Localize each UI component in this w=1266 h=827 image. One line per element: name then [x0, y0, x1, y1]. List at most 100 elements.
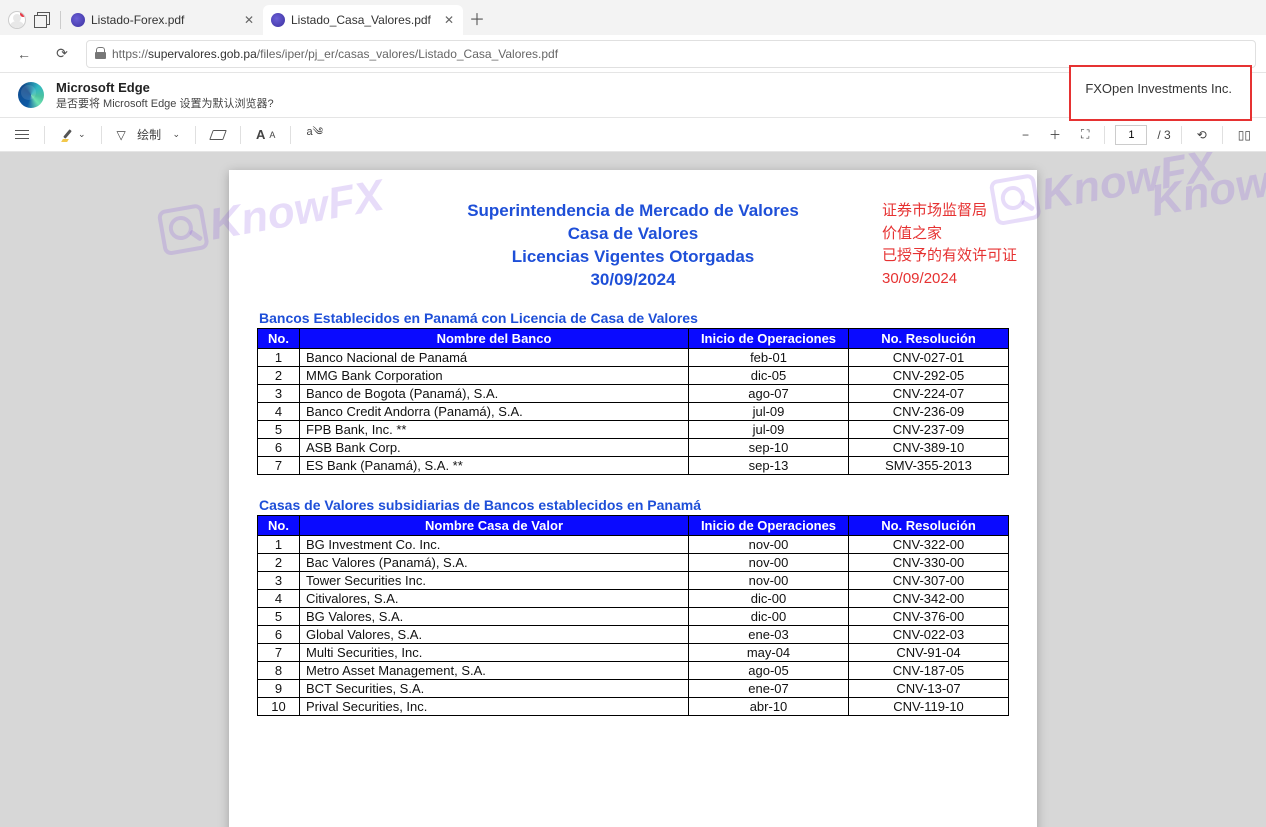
cell-res: CNV-307-00	[849, 571, 1009, 589]
table-row: 4Citivalores, S.A.dic-00CNV-342-00	[258, 589, 1009, 607]
pdf-toolbar: ⌄ ▽ 绘制 ⌄ AA a༄ − ＋ ⛶ / 3 ⟲ ▯▯	[0, 118, 1266, 152]
highlight-button[interactable]: ⌄	[55, 125, 91, 145]
profile-avatar-icon[interactable]	[8, 11, 26, 29]
translation-annotation: 证券市场监督局 价值之家 已授予的有效许可证 30/09/2024	[882, 200, 1017, 290]
table-row: 7Multi Securities, Inc.may-04CNV-91-04	[258, 643, 1009, 661]
cell-no: 4	[258, 402, 300, 420]
cell-res: CNV-187-05	[849, 661, 1009, 679]
cell-res: CNV-342-00	[849, 589, 1009, 607]
cell-start: may-04	[689, 643, 849, 661]
fit-page-button[interactable]: ⛶	[1076, 124, 1094, 145]
zoom-in-button[interactable]: ＋	[1044, 123, 1066, 146]
cell-res: CNV-389-10	[849, 438, 1009, 456]
table-row: 2Bac Valores (Panamá), S.A.nov-00CNV-330…	[258, 553, 1009, 571]
cell-res: CNV-224-07	[849, 384, 1009, 402]
col-start: Inicio de Operaciones	[689, 328, 849, 348]
text-size-button[interactable]: AA	[251, 124, 280, 145]
close-icon[interactable]: ✕	[243, 14, 255, 26]
promo-title: Microsoft Edge	[56, 80, 274, 95]
cell-start: dic-00	[689, 589, 849, 607]
cell-no: 8	[258, 661, 300, 679]
watermark: KnowFX	[988, 152, 1219, 229]
pdf-viewer[interactable]: KnowFX KnowFX KnowFX KnowFX KnowFX Super…	[0, 152, 1266, 827]
tab-title: Listado_Casa_Valores.pdf	[291, 13, 437, 27]
tab-listado-forex[interactable]: Listado-Forex.pdf ✕	[63, 5, 263, 35]
cell-no: 2	[258, 553, 300, 571]
cell-name: ES Bank (Panamá), S.A. **	[300, 456, 689, 474]
cell-no: 7	[258, 456, 300, 474]
draw-button[interactable]: ▽ 绘制 ⌄	[112, 123, 185, 146]
pdf-favicon-icon	[71, 13, 85, 27]
col-name: Nombre Casa de Valor	[300, 515, 689, 535]
url-field[interactable]: https://supervalores.gob.pa/files/iper/p…	[86, 40, 1256, 68]
col-res: No. Resolución	[849, 515, 1009, 535]
cell-res: CNV-13-07	[849, 679, 1009, 697]
zoom-out-button[interactable]: −	[1017, 125, 1034, 145]
cell-no: 4	[258, 589, 300, 607]
col-start: Inicio de Operaciones	[689, 515, 849, 535]
cell-res: CNV-236-09	[849, 402, 1009, 420]
table-bancos: No. Nombre del Banco Inicio de Operacion…	[257, 328, 1009, 475]
cell-no: 1	[258, 535, 300, 553]
cell-name: Multi Securities, Inc.	[300, 643, 689, 661]
refresh-button[interactable]: ⟳	[48, 40, 76, 68]
cell-start: jul-09	[689, 402, 849, 420]
table-row: 1Banco Nacional de Panamáfeb-01CNV-027-0…	[258, 348, 1009, 366]
cell-no: 5	[258, 607, 300, 625]
pdf-favicon-icon	[271, 13, 285, 27]
cell-res: CNV-119-10	[849, 697, 1009, 715]
tab-strip: Listado-Forex.pdf ✕ Listado_Casa_Valores…	[63, 0, 491, 35]
cell-start: dic-05	[689, 366, 849, 384]
cell-res: CNV-237-09	[849, 420, 1009, 438]
cell-res: CNV-292-05	[849, 366, 1009, 384]
table-row: 1BG Investment Co. Inc.nov-00CNV-322-00	[258, 535, 1009, 553]
cell-res: CNV-330-00	[849, 553, 1009, 571]
table-row: 5FPB Bank, Inc. **jul-09CNV-237-09	[258, 420, 1009, 438]
cell-start: ene-07	[689, 679, 849, 697]
page-total: / 3	[1157, 128, 1170, 142]
erase-button[interactable]	[206, 127, 230, 143]
table-of-contents-button[interactable]	[10, 127, 34, 143]
cell-no: 3	[258, 384, 300, 402]
table-row: 4Banco Credit Andorra (Panamá), S.A.jul-…	[258, 402, 1009, 420]
tab-listado-casa-valores[interactable]: Listado_Casa_Valores.pdf ✕	[263, 5, 463, 35]
highlight-callout: FXOpen Investments Inc.	[1069, 65, 1252, 121]
window-titlebar: Listado-Forex.pdf ✕ Listado_Casa_Valores…	[0, 0, 1266, 35]
pdf-page: KnowFX KnowFX KnowFX KnowFX Superintende…	[229, 170, 1037, 827]
page-number-input[interactable]	[1115, 125, 1147, 145]
cell-no: 10	[258, 697, 300, 715]
cell-name: FPB Bank, Inc. **	[300, 420, 689, 438]
rotate-button[interactable]: ⟲	[1192, 125, 1212, 145]
cell-name: Banco Credit Andorra (Panamá), S.A.	[300, 402, 689, 420]
col-no: No.	[258, 515, 300, 535]
col-name: Nombre del Banco	[300, 328, 689, 348]
cell-name: Metro Asset Management, S.A.	[300, 661, 689, 679]
read-aloud-button[interactable]: a༄	[301, 116, 328, 153]
close-icon[interactable]: ✕	[443, 14, 455, 26]
cell-name: BG Investment Co. Inc.	[300, 535, 689, 553]
section1-heading: Bancos Establecidos en Panamá con Licenc…	[259, 310, 1009, 326]
cell-start: nov-00	[689, 571, 849, 589]
new-tab-button[interactable]: ＋	[463, 7, 491, 35]
cell-start: sep-13	[689, 456, 849, 474]
cell-start: jul-09	[689, 420, 849, 438]
table-row: 2MMG Bank Corporationdic-05CNV-292-05	[258, 366, 1009, 384]
cell-no: 5	[258, 420, 300, 438]
workspaces-icon[interactable]	[34, 12, 50, 28]
back-button[interactable]: ←	[10, 40, 38, 68]
cell-name: Global Valores, S.A.	[300, 625, 689, 643]
cell-name: Banco de Bogota (Panamá), S.A.	[300, 384, 689, 402]
page-view-button[interactable]: ▯▯	[1233, 125, 1256, 145]
cell-no: 3	[258, 571, 300, 589]
cell-res: CNV-027-01	[849, 348, 1009, 366]
table-row: 5BG Valores, S.A.dic-00CNV-376-00	[258, 607, 1009, 625]
edge-logo-icon	[18, 82, 44, 108]
cell-name: ASB Bank Corp.	[300, 438, 689, 456]
table-row: 9BCT Securities, S.A.ene-07CNV-13-07	[258, 679, 1009, 697]
cell-no: 6	[258, 625, 300, 643]
cell-start: nov-00	[689, 535, 849, 553]
cell-start: ago-07	[689, 384, 849, 402]
table-row: 6Global Valores, S.A.ene-03CNV-022-03	[258, 625, 1009, 643]
cell-res: SMV-355-2013	[849, 456, 1009, 474]
cell-res: CNV-322-00	[849, 535, 1009, 553]
